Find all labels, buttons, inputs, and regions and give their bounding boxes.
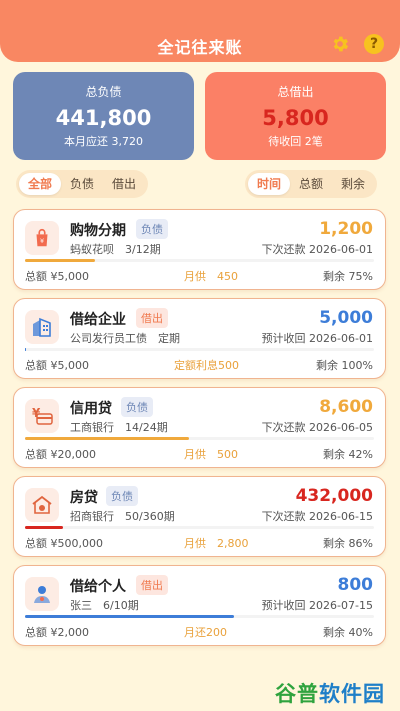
- record-type-badge: 负债: [136, 219, 168, 239]
- sort-time[interactable]: 时间: [248, 173, 291, 195]
- type-filter: 全部 负债 借出: [16, 170, 149, 198]
- record-name: 信用贷: [70, 401, 112, 417]
- sort-remain[interactable]: 剩余: [332, 173, 374, 195]
- progress-fill: [25, 615, 235, 618]
- card-yen-icon: ¥: [25, 399, 59, 433]
- progress-track: [25, 348, 374, 351]
- building-icon: [25, 310, 59, 344]
- progress-track: [25, 259, 374, 262]
- record-type-badge: 负债: [106, 486, 138, 506]
- progress-track: [25, 437, 374, 440]
- record-name: 借给企业: [70, 312, 126, 328]
- watermark-part2: 软件园: [319, 682, 385, 706]
- progress-fill: [25, 526, 64, 529]
- monthly-due: 本月应还 3,720: [64, 135, 143, 148]
- record-installment: 定额利息500: [174, 359, 239, 372]
- progress-fill: [25, 259, 95, 262]
- record-amount: 1,200: [319, 219, 373, 239]
- sort-total[interactable]: 总额: [290, 173, 332, 195]
- shopping-bag-icon: ¥: [25, 221, 59, 255]
- record-card[interactable]: 房贷 负债 432,000 招商银行 50/360期 下次还款 2026-06-15 总额…: [13, 476, 386, 557]
- record-desc: 招商银行 50/360期: [70, 510, 175, 523]
- total-debt-label: 总负债: [85, 85, 122, 99]
- record-remaining: 剩余 86%: [323, 537, 373, 550]
- record-next-date: 预计收回 2026-07-15: [261, 599, 373, 612]
- filter-all[interactable]: 全部: [19, 173, 62, 195]
- record-card[interactable]: ¥ 购物分期 负债 1,200 蚂蚁花呗 3/12期 下次还款 2026-06-01 总额 …: [13, 209, 386, 290]
- record-installment: 月还200: [184, 626, 227, 639]
- record-total: 总额 ¥500,000: [25, 537, 103, 550]
- gear-icon[interactable]: [330, 34, 350, 54]
- record-desc: 蚂蚁花呗 3/12期: [70, 243, 161, 256]
- progress-fill: [25, 348, 27, 351]
- record-type-badge: 负债: [121, 397, 153, 417]
- app-header: 全记往来账 ?: [0, 0, 400, 62]
- record-desc: 工商银行 14/24期: [70, 421, 168, 434]
- record-total: 总额 ¥5,000: [25, 270, 89, 283]
- record-desc: 公司发行员工债 定期: [70, 332, 180, 345]
- svg-text:¥: ¥: [40, 237, 44, 245]
- total-lend-value: 5,800: [262, 106, 329, 130]
- record-installment: 月供 2,800: [184, 537, 249, 550]
- record-desc: 张三 6/10期: [70, 599, 139, 612]
- record-next-date: 下次还款 2026-06-15: [261, 510, 373, 523]
- watermark: 谷普软件园: [275, 678, 385, 708]
- record-card[interactable]: 借给个人 借出 800 张三 6/10期 预计收回 2026-07-15 总额 ¥2,00…: [13, 565, 386, 646]
- record-total: 总额 ¥2,000: [25, 626, 89, 639]
- record-amount: 432,000: [295, 486, 373, 506]
- filter-lend[interactable]: 借出: [103, 173, 145, 195]
- record-name: 房贷: [70, 490, 98, 506]
- record-total: 总额 ¥5,000: [25, 359, 89, 372]
- total-debt-card[interactable]: 总负债 441,800 本月应还 3,720: [13, 72, 194, 160]
- record-card[interactable]: ¥ 信用贷 负债 8,600 工商银行 14/24期 下次还款 2026-06-05 总额 …: [13, 387, 386, 468]
- total-debt-value: 441,800: [55, 106, 152, 130]
- house-icon: [25, 488, 59, 522]
- total-lend-card[interactable]: 总借出 5,800 待收回 2笔: [205, 72, 386, 160]
- record-installment: 月供 450: [184, 270, 238, 283]
- record-card[interactable]: 借给企业 借出 5,000 公司发行员工债 定期 预计收回 2026-06-01 总额 ¥…: [13, 298, 386, 379]
- help-icon[interactable]: ?: [364, 34, 384, 54]
- record-next-date: 下次还款 2026-06-05: [261, 421, 373, 434]
- record-type-badge: 借出: [136, 308, 168, 328]
- record-remaining: 剩余 40%: [323, 626, 373, 639]
- record-installment: 月供 500: [184, 448, 238, 461]
- sort-filter: 时间 总额 剩余: [245, 170, 378, 198]
- record-amount: 800: [337, 575, 374, 595]
- record-next-date: 下次还款 2026-06-01: [261, 243, 373, 256]
- record-name: 购物分期: [70, 223, 126, 239]
- record-amount: 8,600: [319, 397, 373, 417]
- watermark-part1: 谷普: [275, 682, 319, 706]
- record-remaining: 剩余 75%: [323, 270, 373, 283]
- record-amount: 5,000: [319, 308, 373, 328]
- progress-track: [25, 615, 374, 618]
- record-type-badge: 借出: [136, 575, 168, 595]
- record-remaining: 剩余 42%: [323, 448, 373, 461]
- record-remaining: 剩余 100%: [316, 359, 373, 372]
- total-lend-label: 总借出: [277, 85, 314, 99]
- progress-track: [25, 526, 374, 529]
- progress-fill: [25, 437, 190, 440]
- filter-debt[interactable]: 负债: [61, 173, 103, 195]
- person-icon: [25, 577, 59, 611]
- record-next-date: 预计收回 2026-06-01: [261, 332, 373, 345]
- record-total: 总额 ¥20,000: [25, 448, 96, 461]
- record-name: 借给个人: [70, 579, 126, 595]
- pending-collect: 待收回 2笔: [268, 135, 323, 148]
